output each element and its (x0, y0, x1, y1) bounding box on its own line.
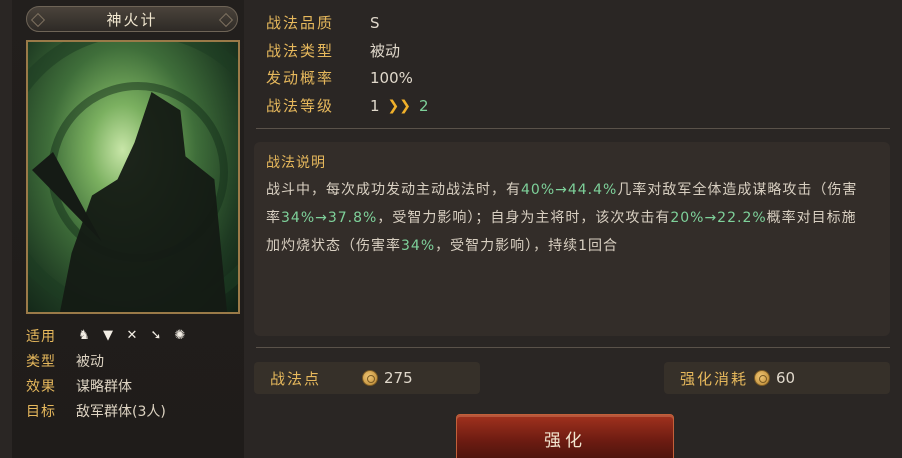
bow-icon: ✕ (126, 328, 138, 343)
coin-icon (754, 370, 771, 386)
shield-icon: ▼ (103, 328, 113, 343)
description-text: 战斗中，每次成功发动主动战法时，有40%→44.4%几率对敌军全体造成谋略攻击（… (266, 176, 866, 260)
description-highlight: 34%→37.8% (281, 210, 378, 226)
description-part: 战斗中，每次成功发动主动战法时，有 (266, 182, 521, 198)
skill-level-label: 战法等级 (266, 97, 335, 115)
effect-row: 效果 谋略群体 (26, 373, 240, 398)
coin-icon (362, 370, 378, 386)
skill-points-value: 275 (384, 369, 413, 387)
description-highlight: 40%→44.4% (521, 182, 618, 198)
skill-level-next: 2 (419, 96, 429, 115)
description-highlight: 20%→22.2% (670, 210, 767, 226)
skill-type-value: 被动 (370, 42, 401, 60)
description-highlight: 34% (401, 238, 436, 254)
quality-label: 战法品质 (266, 14, 335, 32)
effect-label: 效果 (26, 378, 56, 395)
usage-icons: ♞ ▼ ✕ ➘ ✺ (76, 328, 188, 343)
type-value: 被动 (76, 353, 104, 370)
target-row: 目标 敌军群体(3人) (26, 398, 240, 423)
target-value: 敌军群体(3人) (76, 403, 166, 420)
description-part: ，受智力影响），持续1回合 (435, 238, 619, 254)
type-row: 类型 被动 (26, 348, 240, 373)
description-title: 战法说明 (266, 155, 326, 171)
plate-ornament-icon (218, 12, 234, 28)
usage-row: 适用 ♞ ▼ ✕ ➘ ✺ (26, 323, 240, 348)
enhance-button[interactable]: 强化 (456, 414, 674, 458)
skill-points-label: 战法点 (270, 369, 322, 388)
skill-detail-panel: 战法品质 S 战法类型 被动 发动概率 100% 战法等级 1 ❯❯ 2 战法说… (252, 0, 892, 458)
enhance-cost-value: 60 (776, 369, 796, 387)
skill-level-current: 1 (370, 96, 380, 115)
spear-icon: ➘ (150, 328, 162, 343)
skill-name-plate: 神火计 (26, 6, 238, 32)
description-part: ，受智力影响）；自身为主将时，该次攻击有 (377, 210, 671, 226)
plate-ornament-icon (30, 12, 46, 28)
quality-row: 战法品质 S (266, 12, 380, 33)
enhance-cost-box: 强化消耗 60 (664, 362, 890, 394)
trigger-rate-value: 100% (370, 68, 413, 87)
skill-portrait (26, 40, 240, 314)
skill-type-row: 战法类型 被动 (266, 40, 400, 61)
wheel-icon: ✺ (174, 328, 186, 343)
skill-type-label: 战法类型 (266, 42, 335, 60)
skill-attributes: 适用 ♞ ▼ ✕ ➘ ✺ 类型 被动 效果 谋略群体 目标 敌军群体(3人) (26, 323, 240, 423)
skill-description-box: 战法说明 战斗中，每次成功发动主动战法时，有40%→44.4%几率对敌军全体造成… (254, 142, 890, 336)
skill-name: 神火计 (106, 10, 158, 29)
skill-points-box: 战法点 275 (254, 362, 480, 394)
enhance-cost-label: 强化消耗 (680, 369, 749, 388)
target-label: 目标 (26, 403, 56, 420)
divider (256, 128, 890, 129)
level-up-arrow-icon: ❯❯ (387, 97, 412, 114)
usage-label: 适用 (26, 328, 56, 345)
divider (256, 347, 890, 348)
skill-level-row: 战法等级 1 ❯❯ 2 (266, 95, 429, 116)
type-label: 类型 (26, 353, 56, 370)
effect-value: 谋略群体 (76, 378, 132, 395)
trigger-rate-row: 发动概率 100% (266, 67, 413, 88)
cavalry-icon: ♞ (78, 328, 90, 343)
trigger-rate-label: 发动概率 (266, 69, 335, 87)
quality-value: S (370, 13, 380, 32)
skill-card-panel: 神火计 适用 ♞ ▼ ✕ ➘ ✺ 类型 被动 效果 谋略群体 目标 敌军群体(3… (12, 0, 244, 458)
